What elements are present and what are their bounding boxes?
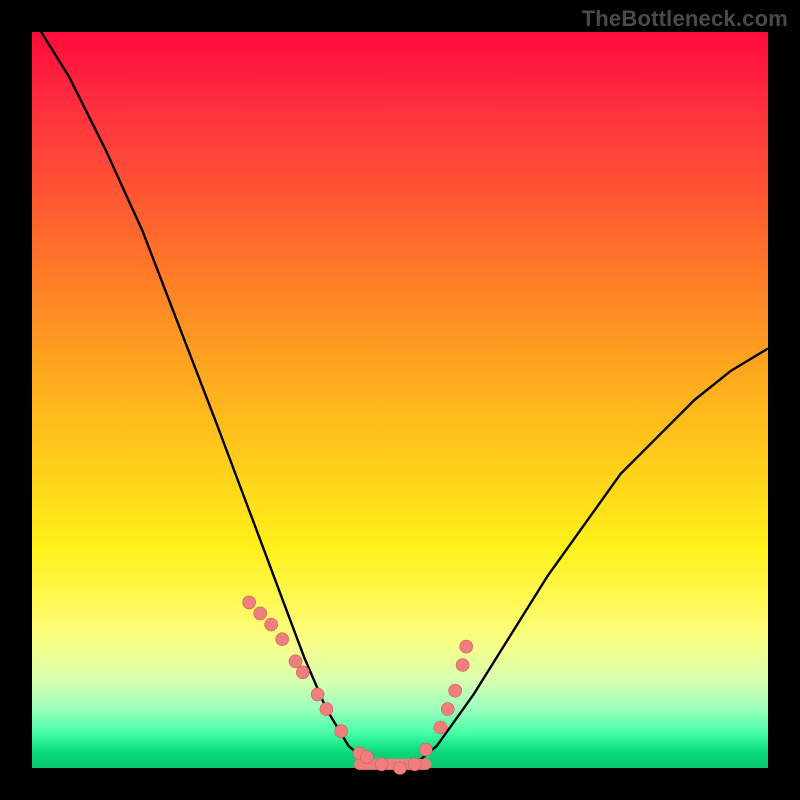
marker-dot xyxy=(449,684,462,697)
marker-dot xyxy=(289,655,302,668)
marker-dot xyxy=(276,633,289,646)
highlighted-points xyxy=(243,596,473,775)
watermark-text: TheBottleneck.com xyxy=(582,6,788,32)
bottleneck-curve xyxy=(32,17,768,768)
outer-frame: TheBottleneck.com xyxy=(0,0,800,800)
marker-dot xyxy=(360,751,373,764)
marker-dot xyxy=(434,721,447,734)
marker-dot xyxy=(296,666,309,679)
marker-dot xyxy=(320,703,333,716)
marker-dot xyxy=(441,703,454,716)
marker-dot xyxy=(335,725,348,738)
marker-dot xyxy=(419,743,432,756)
bottleneck-curve-path xyxy=(32,17,768,768)
marker-dot xyxy=(394,762,407,775)
marker-dot xyxy=(265,618,278,631)
marker-dot xyxy=(408,758,421,771)
marker-dot xyxy=(311,688,324,701)
chart-overlay xyxy=(32,32,768,768)
marker-dot xyxy=(460,640,473,653)
marker-dot xyxy=(375,758,388,771)
marker-dot xyxy=(456,659,469,672)
marker-dot xyxy=(254,607,267,620)
marker-dot xyxy=(243,596,256,609)
